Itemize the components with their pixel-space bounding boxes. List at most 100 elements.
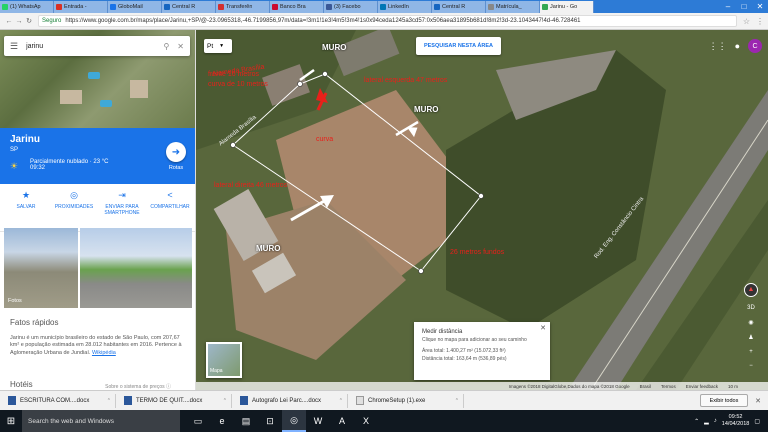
my-location-icon[interactable]: ◉ [742, 319, 760, 326]
photo-thumbnail[interactable]: Fotos [4, 228, 78, 308]
store-icon[interactable]: ⊡ [258, 410, 282, 432]
save-button[interactable]: ★ SALVAR [4, 186, 48, 231]
browser-tab[interactable]: Central R [432, 1, 486, 13]
download-item[interactable]: Autografo Lei Parc....docx ⌃ [236, 393, 348, 408]
download-item[interactable]: ChromeSetup (1).exe ⌃ [352, 393, 464, 408]
tab-favicon-icon [218, 4, 224, 10]
system-tray: ⌃ ▂ ♪ 09:52 14/04/2018 ▢ [694, 414, 768, 427]
browser-tab[interactable]: Central R [162, 1, 216, 13]
download-filename: Autografo Lei Parc....docx [252, 397, 322, 404]
network-icon[interactable]: ▂ [704, 418, 709, 425]
search-icon[interactable]: ⚲ [163, 42, 169, 51]
download-options-icon[interactable]: ⌃ [223, 398, 227, 404]
browser-tab[interactable]: Banco Bra [270, 1, 324, 13]
street-view-thumbnail[interactable] [80, 228, 192, 308]
apps-grid-icon[interactable]: ⋮⋮ [709, 41, 727, 52]
excel-icon[interactable]: X [354, 410, 378, 432]
language-dropdown[interactable]: Pt ▼ [204, 39, 232, 53]
browser-tab[interactable]: Transferên [216, 1, 270, 13]
pricing-link[interactable]: Sobre o sistema de preços ⓘ [105, 383, 171, 390]
map-footer-item[interactable]: Termos [661, 384, 676, 389]
chrome-icon[interactable]: ◎ [282, 410, 306, 432]
hamburger-menu-icon[interactable]: ☰ [10, 41, 18, 52]
acrobat-icon[interactable]: A [330, 410, 354, 432]
measure-area: Área total: 1.400,27 m² (15.072,33 ft²) [422, 348, 506, 355]
share-label: COMPARTILHAR [150, 204, 190, 210]
browser-tab[interactable]: GloboMail [108, 1, 162, 13]
map-footer-item[interactable]: 10 m [728, 384, 738, 389]
minimize-icon[interactable]: – [720, 2, 736, 11]
task-view-icon[interactable]: ▭ [186, 410, 210, 432]
avatar[interactable]: C [748, 39, 762, 53]
tab-label: (3) Facebo [334, 4, 361, 10]
tab-favicon-icon [56, 4, 62, 10]
taskbar-search-input[interactable]: Search the web and Windows [22, 410, 180, 432]
download-item[interactable]: TERMO DE QUIT....docx ⌃ [120, 393, 232, 408]
weather-row: ☀ Parcialmente nublado · 23 °C 09:32 [10, 159, 186, 171]
menu-icon[interactable]: ⋮ [756, 17, 764, 26]
clock-time: 09:52 [728, 414, 743, 421]
browser-tab[interactable]: LinkedIn [378, 1, 432, 13]
tilt-3d-button[interactable]: 3D [742, 305, 760, 311]
word-icon[interactable]: W [306, 410, 330, 432]
map-footer-item[interactable]: Brasil [640, 384, 651, 389]
tab-favicon-icon [488, 4, 494, 10]
reload-icon[interactable]: ↻ [24, 17, 34, 25]
tray-chevron-icon[interactable]: ⌃ [694, 418, 699, 425]
nearby-button[interactable]: ◎ PROXIMIDADES [52, 186, 96, 231]
wikipedia-link[interactable]: Wikipédia [92, 350, 116, 356]
windows-start-icon[interactable]: ⊞ [0, 410, 22, 432]
satellite-map[interactable]: Pt ▼ PESQUISAR NESTA ÁREA ⋮⋮ ● C Alameda … [196, 30, 768, 390]
url-input[interactable]: Seguro https://www.google.com.br/maps/pl… [38, 15, 737, 27]
maximize-icon[interactable]: □ [736, 2, 752, 11]
browser-tab[interactable]: Entrada - [54, 1, 108, 13]
photos-row: Fotos [4, 228, 192, 308]
search-input[interactable]: jarinu [26, 43, 155, 50]
file-explorer-icon[interactable]: ▤ [234, 410, 258, 432]
download-options-icon[interactable]: ⌃ [455, 398, 459, 404]
pegman-icon[interactable]: ♟ [742, 334, 760, 341]
browser-tab[interactable]: Matrícula_ [486, 1, 540, 13]
share-button[interactable]: < COMPARTILHAR [148, 186, 192, 231]
map-layer-toggle[interactable]: Mapa [206, 342, 242, 378]
browser-tab[interactable]: (1) WhatsAp [0, 1, 54, 13]
bookmark-star-icon[interactable]: ☆ [743, 17, 750, 26]
notifications-center-icon[interactable]: ▢ [754, 418, 760, 425]
clear-icon[interactable]: ✕ [177, 42, 184, 51]
browser-tab[interactable]: Jarinu - Go [540, 1, 594, 13]
taskbar-apps: ▭ e ▤ ⊡ ◎ W A X [186, 410, 378, 432]
tab-label: Central R [172, 4, 196, 10]
tab-label: Matrícula_ [496, 4, 522, 10]
back-icon[interactable]: ← [4, 18, 14, 25]
forward-icon[interactable]: → [14, 18, 24, 25]
save-icon: ★ [21, 190, 31, 200]
search-box[interactable]: ☰ jarinu ⚲ ✕ [4, 36, 190, 56]
map-footer-item[interactable]: Enviar feedback [686, 384, 718, 389]
hotels-title: Hotéis [10, 380, 33, 389]
notifications-icon[interactable]: ● [735, 41, 740, 51]
annotation-fundos: 26 metros fundos [450, 249, 505, 256]
close-window-icon[interactable]: ✕ [752, 2, 768, 11]
download-options-icon[interactable]: ⌃ [107, 398, 111, 404]
partly-cloudy-icon: ☀ [10, 161, 19, 171]
download-item[interactable]: ESCRITURA COM....docx ⌃ [4, 393, 116, 408]
close-icon[interactable]: ✕ [540, 324, 546, 335]
show-all-downloads-button[interactable]: Exibir todos [700, 394, 748, 407]
annotation-muro-right: MURO [414, 105, 439, 114]
send-to-phone-button[interactable]: ⇥ ENVIAR PARA SMARTPHONE [100, 186, 144, 231]
routes-button[interactable]: ➜ Rotas [164, 142, 188, 171]
secure-label: Seguro [42, 18, 62, 24]
zoom-in-icon[interactable]: + [742, 349, 760, 355]
clock[interactable]: 09:52 14/04/2018 [722, 414, 750, 427]
close-downloads-icon[interactable]: ✕ [752, 397, 764, 405]
volume-icon[interactable]: ♪ [714, 418, 717, 424]
tab-favicon-icon [542, 4, 548, 10]
compass-icon[interactable]: ▲ [744, 283, 758, 297]
file-icon [240, 396, 248, 405]
download-options-icon[interactable]: ⌃ [339, 398, 343, 404]
zoom-out-icon[interactable]: − [742, 363, 760, 369]
edge-icon[interactable]: e [210, 410, 234, 432]
tab-label: Central R [442, 4, 466, 10]
search-this-area-button[interactable]: PESQUISAR NESTA ÁREA [416, 37, 501, 55]
browser-tab[interactable]: (3) Facebo [324, 1, 378, 13]
